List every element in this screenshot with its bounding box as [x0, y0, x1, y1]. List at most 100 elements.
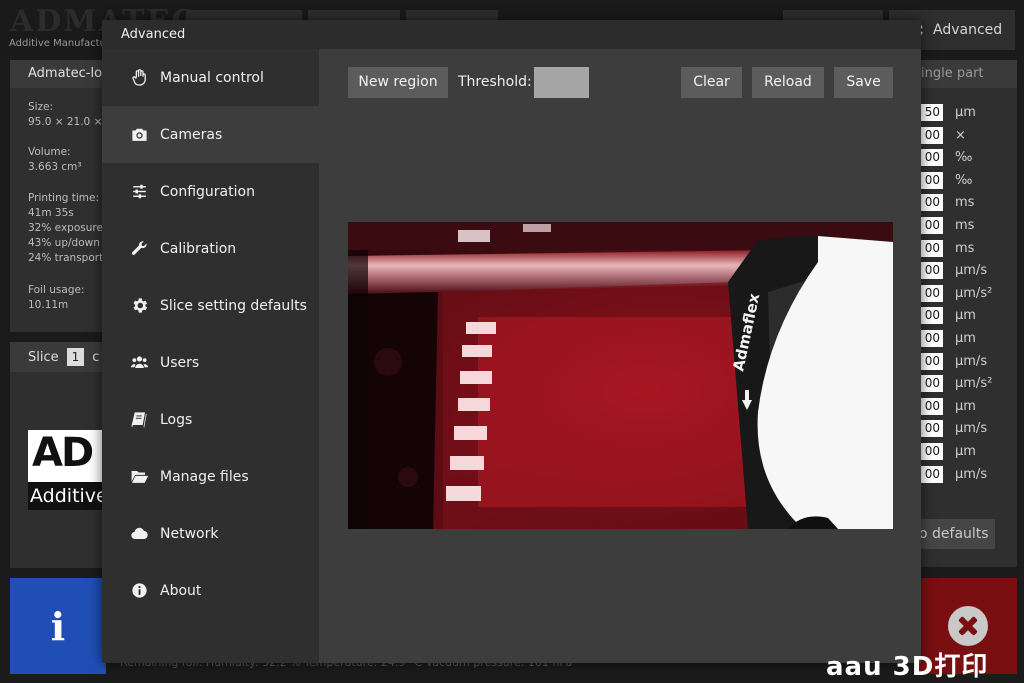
wrench-icon: [129, 239, 149, 259]
settings-unit: ms: [955, 240, 975, 256]
settings-unit: ×: [955, 127, 966, 143]
settings-row: 00 ms: [919, 217, 1017, 234]
printing-time-exposure: 32% exposure: [28, 222, 103, 234]
settings-value-field[interactable]: 00: [919, 126, 943, 144]
settings-unit: µm: [955, 398, 976, 414]
gear-icon: [129, 296, 149, 316]
nav-item-manual-control[interactable]: Manual control: [102, 49, 319, 106]
camera-feed[interactable]: Admaflex: [348, 222, 893, 529]
settings-row: 00 µm: [919, 307, 1017, 325]
nav-item-slice-setting-defaults[interactable]: Slice setting defaults: [102, 277, 319, 334]
slice-number[interactable]: 1: [66, 348, 85, 366]
settings-unit: µm/s: [955, 466, 988, 482]
new-region-button[interactable]: New region: [348, 67, 448, 98]
slice-header: Slice 1 c: [10, 342, 106, 372]
settings-row: 00 ms: [919, 194, 1017, 212]
settings-value-field[interactable]: 00: [919, 375, 943, 393]
settings-value-field[interactable]: 00: [919, 284, 943, 302]
settings-title: ingle part: [919, 60, 1017, 88]
settings-unit: µm/s: [955, 421, 988, 437]
printing-time-transport: 24% transport: [28, 252, 104, 264]
users-icon: [129, 353, 149, 373]
size-value: 95.0 × 21.0 × 5: [28, 116, 113, 128]
settings-row: 00 µm: [919, 397, 1017, 415]
settings-value-field[interactable]: 00: [919, 217, 943, 234]
sliders-icon: [129, 182, 149, 202]
reload-button[interactable]: Reload: [752, 67, 824, 98]
settings-value-field[interactable]: 50: [919, 104, 943, 121]
settings-unit: µm/s²: [955, 376, 993, 392]
nav-label: Cameras: [160, 126, 223, 143]
nav-label: Users: [160, 354, 200, 371]
settings-unit: ms: [955, 195, 975, 211]
settings-row: 00 ‰: [919, 149, 1017, 167]
settings-row: 00 µm: [919, 330, 1017, 347]
settings-value-field[interactable]: 00: [919, 307, 943, 325]
clear-button[interactable]: Clear: [681, 67, 742, 98]
job-info-panel: Admatec-lo Size: 95.0 × 21.0 × 5 Volume:…: [10, 60, 112, 332]
settings-unit: µm: [955, 444, 976, 459]
nav-label: Network: [160, 525, 219, 542]
advanced-nav: Manual control Cameras Configuration Cal…: [102, 49, 319, 663]
settings-value-field[interactable]: 00: [919, 352, 943, 370]
slice-trail: c: [92, 349, 100, 365]
settings-value-field[interactable]: 00: [919, 194, 943, 212]
close-circle-icon: [948, 606, 988, 646]
cloud-icon: [129, 524, 149, 544]
nav-item-manage-files[interactable]: Manage files: [102, 448, 319, 505]
settings-row: 00 ‰: [919, 171, 1017, 189]
settings-row: 50 µm: [919, 104, 1017, 121]
info-button[interactable]: i: [10, 578, 106, 674]
nav-item-users[interactable]: Users: [102, 334, 319, 391]
nav-label: About: [160, 582, 202, 599]
nav-item-about[interactable]: About: [102, 562, 319, 619]
settings-value-field[interactable]: 00: [919, 330, 943, 347]
settings-unit: µm/s: [955, 263, 988, 279]
settings-value-field[interactable]: 00: [919, 262, 943, 280]
settings-unit: µm/s²: [955, 285, 993, 301]
nav-label: Configuration: [160, 183, 255, 200]
foil-value: 10.11m: [28, 299, 69, 311]
settings-value-field[interactable]: 00: [919, 465, 943, 483]
settings-value-field[interactable]: 00: [919, 239, 943, 257]
settings-panel: ingle part 50 µm 00 × 00 ‰ 00 ‰ 00 ms 00 ms 00 ms 00 µm…: [919, 60, 1017, 567]
settings-unit: ‰: [955, 150, 973, 166]
settings-value-field[interactable]: 00: [919, 443, 943, 460]
settings-row: 00 µm/s: [919, 465, 1017, 483]
settings-unit: ‰: [955, 172, 973, 188]
threshold-input[interactable]: [534, 67, 589, 98]
settings-value-field[interactable]: 00: [919, 420, 943, 438]
camera-icon: [129, 125, 149, 145]
nav-label: Calibration: [160, 240, 237, 257]
save-button[interactable]: Save: [834, 67, 893, 98]
settings-unit: µm: [955, 308, 976, 324]
settings-row: 00 µm/s: [919, 262, 1017, 280]
folder-open-icon: [129, 467, 149, 487]
nav-item-network[interactable]: Network: [102, 505, 319, 562]
app-root: ADMATEC Additive Manufactu Advanced Adma…: [0, 0, 1024, 683]
info-circle-icon: [129, 581, 149, 601]
settings-unit: µm/s: [955, 353, 988, 369]
printing-time-label: Printing time:: [28, 192, 99, 204]
reset-defaults-button[interactable]: o defaults: [919, 519, 995, 549]
slice-preview-logo: AD Additive: [28, 430, 106, 510]
hand-icon: [129, 68, 149, 88]
settings-unit: ms: [955, 218, 975, 233]
volume-label: Volume:: [28, 146, 71, 158]
nav-item-cameras[interactable]: Cameras: [102, 106, 319, 163]
nav-label: Logs: [160, 411, 193, 428]
nav-item-calibration[interactable]: Calibration: [102, 220, 319, 277]
printing-time-updown: 43% up/down: [28, 237, 100, 249]
settings-row: 00 ms: [919, 239, 1017, 257]
settings-value-field[interactable]: 00: [919, 171, 943, 189]
settings-unit: µm: [955, 105, 976, 120]
settings-row: 00 µm/s²: [919, 375, 1017, 393]
advanced-button-label: Advanced: [933, 22, 1003, 38]
settings-value-field[interactable]: 00: [919, 397, 943, 415]
settings-unit: µm: [955, 331, 976, 346]
nav-item-configuration[interactable]: Configuration: [102, 163, 319, 220]
settings-value-field[interactable]: 00: [919, 149, 943, 167]
nav-item-logs[interactable]: Logs: [102, 391, 319, 448]
settings-row: 00 µm/s: [919, 352, 1017, 370]
logo-additive-text: Additive: [28, 482, 106, 510]
